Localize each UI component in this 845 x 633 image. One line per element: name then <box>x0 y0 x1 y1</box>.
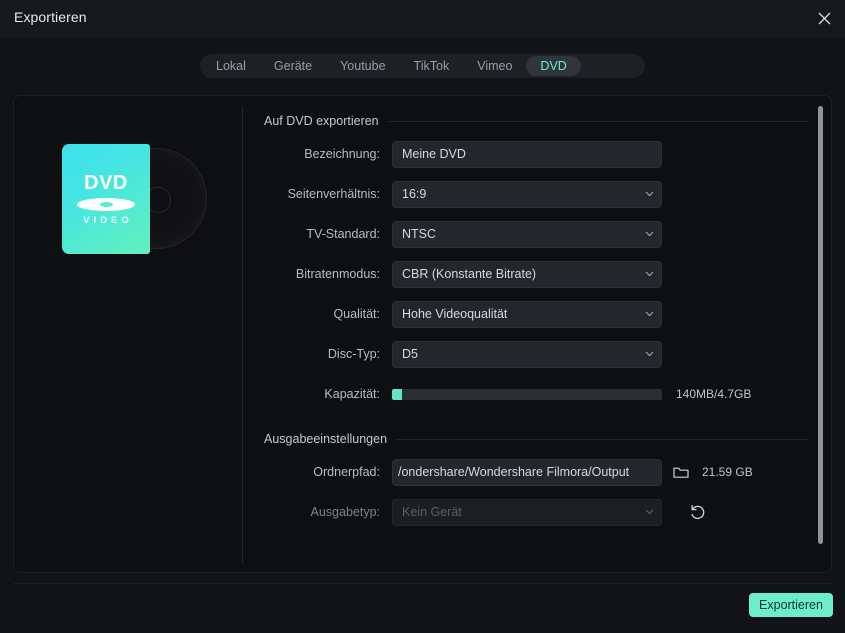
tab-tiktok[interactable]: TikTok <box>400 56 464 76</box>
export-button[interactable]: Exportieren <box>749 593 833 617</box>
section-title: Ausgabeeinstellungen <box>264 432 388 446</box>
section-rule <box>387 120 809 122</box>
field-value: 16:9 <box>402 187 427 201</box>
vertical-scrollbar-track[interactable] <box>818 106 823 564</box>
row-qualitaet: Qualität: Hohe Videoqualität <box>264 294 809 334</box>
quality-select[interactable]: Hohe Videoqualität <box>392 300 662 328</box>
free-space-readout: 21.59 GB <box>702 465 753 479</box>
row-bezeichnung: Bezeichnung: Meine DVD <box>264 134 809 174</box>
section-rule <box>396 438 809 440</box>
dialog-titlebar: Exportieren <box>0 0 845 37</box>
tab-label: Vimeo <box>477 59 513 73</box>
field-value: Meine DVD <box>402 147 466 161</box>
row-label: Qualität: <box>333 307 380 321</box>
row-label: Ordnerpfad: <box>313 465 380 479</box>
disc-type-select[interactable]: D5 <box>392 340 662 368</box>
footer-divider <box>13 583 832 584</box>
artwork-subtitle: VIDEO <box>83 214 133 226</box>
chevron-down-icon <box>645 509 654 516</box>
row-label: Bitratenmodus: <box>295 267 380 281</box>
vertical-scrollbar-thumb[interactable] <box>818 106 823 544</box>
row-label: Ausgabetyp: <box>310 505 381 519</box>
disc-glyph-icon <box>77 197 135 211</box>
field-value: CBR (Konstante Bitrate) <box>402 267 537 281</box>
row-ausgabetyp: Ausgabetyp: Kein Gerät <box>264 492 809 532</box>
capacity-readout: 140MB/4.7GB <box>676 387 752 401</box>
tab-label: Geräte <box>273 59 313 73</box>
row-ordnerpfad: Ordnerpfad: /ondershare/Wondershare Film… <box>264 452 809 492</box>
dvd-case-icon: DVD VIDEO <box>62 144 207 254</box>
row-label: TV-Standard: <box>306 227 380 241</box>
section-header-dvd: Auf DVD exportieren <box>264 114 809 128</box>
aspect-ratio-select[interactable]: 16:9 <box>392 180 662 208</box>
field-value: D5 <box>402 347 418 361</box>
chevron-down-icon <box>645 351 654 358</box>
tab-label: Lokal <box>216 59 246 73</box>
row-tv-standard: TV-Standard: NTSC <box>264 214 809 254</box>
section-title: Auf DVD exportieren <box>264 114 379 128</box>
dialog-title: Exportieren <box>14 9 87 25</box>
tab-dvd[interactable]: DVD <box>526 56 581 76</box>
field-value: Hohe Videoqualität <box>402 307 508 321</box>
bitrate-mode-select[interactable]: CBR (Konstante Bitrate) <box>392 260 662 288</box>
tab-label: DVD <box>540 59 567 73</box>
panel-vertical-divider <box>242 106 243 564</box>
tab-youtube[interactable]: Youtube <box>326 56 399 76</box>
export-dialog: Exportieren Lokal Geräte Youtube TikTok … <box>0 0 845 633</box>
row-label: Seitenverhältnis: <box>287 187 380 201</box>
field-value: Kein Gerät <box>402 505 462 519</box>
chevron-down-icon <box>645 191 654 198</box>
chevron-down-icon <box>645 311 654 318</box>
settings-form: Auf DVD exportieren Bezeichnung: Meine D… <box>264 114 809 532</box>
capacity-bar-fill <box>392 388 402 400</box>
chevron-down-icon <box>645 231 654 238</box>
row-label: Kapazität: <box>324 387 380 401</box>
row-disc-typ: Disc-Typ: D5 <box>264 334 809 374</box>
row-bitratenmodus: Bitratenmodus: CBR (Konstante Bitrate) <box>264 254 809 294</box>
row-seitenverhaeltnis: Seitenverhältnis: 16:9 <box>264 174 809 214</box>
artwork-title: DVD <box>84 171 128 194</box>
section-header-output: Ausgabeeinstellungen <box>264 432 809 446</box>
tab-lokal[interactable]: Lokal <box>202 56 260 76</box>
disc-name-input[interactable]: Meine DVD <box>392 140 662 168</box>
destination-tabs: Lokal Geräte Youtube TikTok Vimeo DVD <box>200 54 645 78</box>
reset-icon[interactable] <box>684 499 710 525</box>
case-shape: DVD VIDEO <box>62 144 150 254</box>
tab-vimeo[interactable]: Vimeo <box>463 56 526 76</box>
row-label: Bezeichnung: <box>304 147 380 161</box>
output-type-select: Kein Gerät <box>392 498 662 526</box>
row-kapazitaet: Kapazität: 140MB/4.7GB <box>264 374 809 414</box>
field-value: NTSC <box>402 227 437 241</box>
close-icon[interactable] <box>809 4 839 32</box>
chevron-down-icon <box>645 271 654 278</box>
row-label: Disc-Typ: <box>327 347 380 361</box>
capacity-bar <box>392 388 662 400</box>
tab-geraete[interactable]: Geräte <box>260 56 326 76</box>
dvd-settings-panel: DVD VIDEO Auf DVD exportieren Bezeichnun… <box>13 95 832 573</box>
tab-label: TikTok <box>413 59 450 73</box>
folder-path-input[interactable]: /ondershare/Wondershare Filmora/Output <box>392 458 662 486</box>
folder-icon[interactable] <box>668 459 694 485</box>
tv-standard-select[interactable]: NTSC <box>392 220 662 248</box>
tab-label: Youtube <box>340 59 386 73</box>
field-value: /ondershare/Wondershare Filmora/Output <box>398 465 630 479</box>
